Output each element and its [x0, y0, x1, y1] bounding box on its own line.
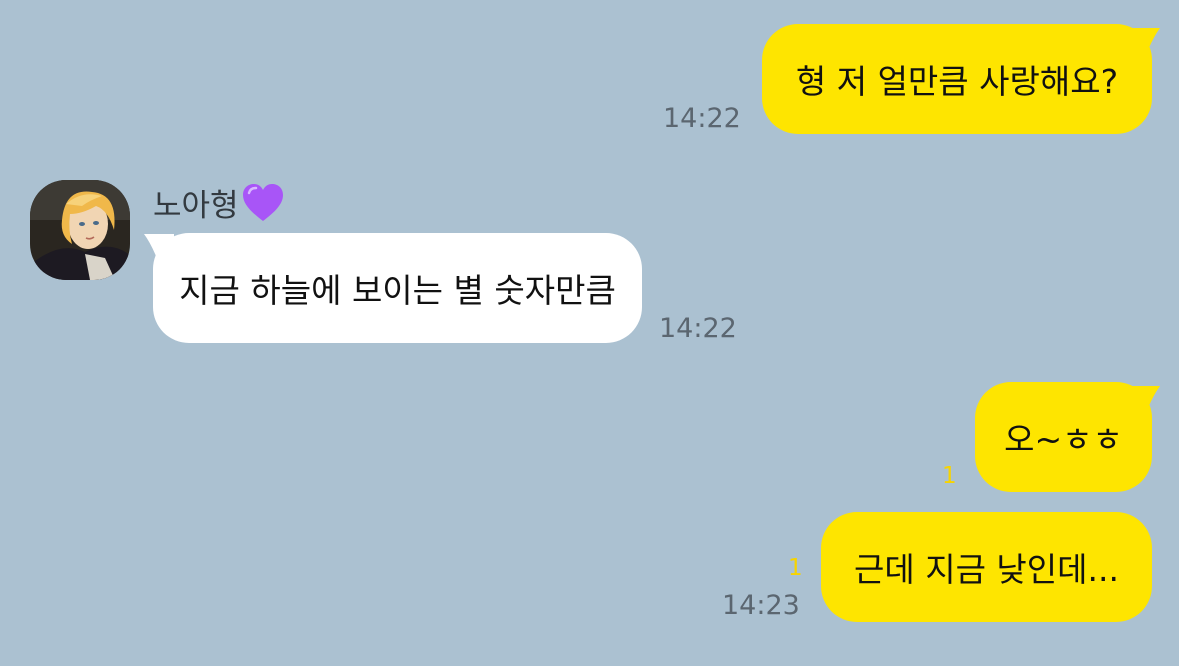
sender-name-text: 노아형 — [153, 188, 239, 224]
bubble-tail — [1130, 386, 1160, 408]
message-text: 오~ㅎㅎ — [1004, 420, 1123, 459]
sender-avatar[interactable] — [30, 180, 130, 280]
unread-count: 1 — [788, 555, 803, 581]
message-timestamp: 14:22 — [663, 103, 741, 134]
message-text: 지금 하늘에 보이는 별 숫자만큼 — [179, 271, 616, 310]
purple-heart-icon — [242, 183, 283, 221]
bubble-tail — [1130, 28, 1160, 50]
unread-count: 1 — [942, 463, 957, 489]
message-text: 근데 지금 낮인데... — [854, 550, 1119, 589]
avatar-image — [30, 180, 130, 280]
my-message-bubble[interactable]: 오~ㅎㅎ — [975, 382, 1152, 492]
message-timestamp: 14:22 — [659, 313, 737, 344]
my-message-bubble[interactable]: 형 저 얼만큼 사랑해요? — [762, 24, 1152, 134]
my-message-bubble[interactable]: 근데 지금 낮인데... — [821, 512, 1152, 622]
message-timestamp: 14:23 — [722, 590, 800, 621]
sender-name: 노아형 — [153, 180, 285, 225]
message-text: 형 저 얼만큼 사랑해요? — [795, 62, 1119, 101]
their-message-bubble[interactable]: 지금 하늘에 보이는 별 숫자만큼 — [153, 233, 642, 343]
